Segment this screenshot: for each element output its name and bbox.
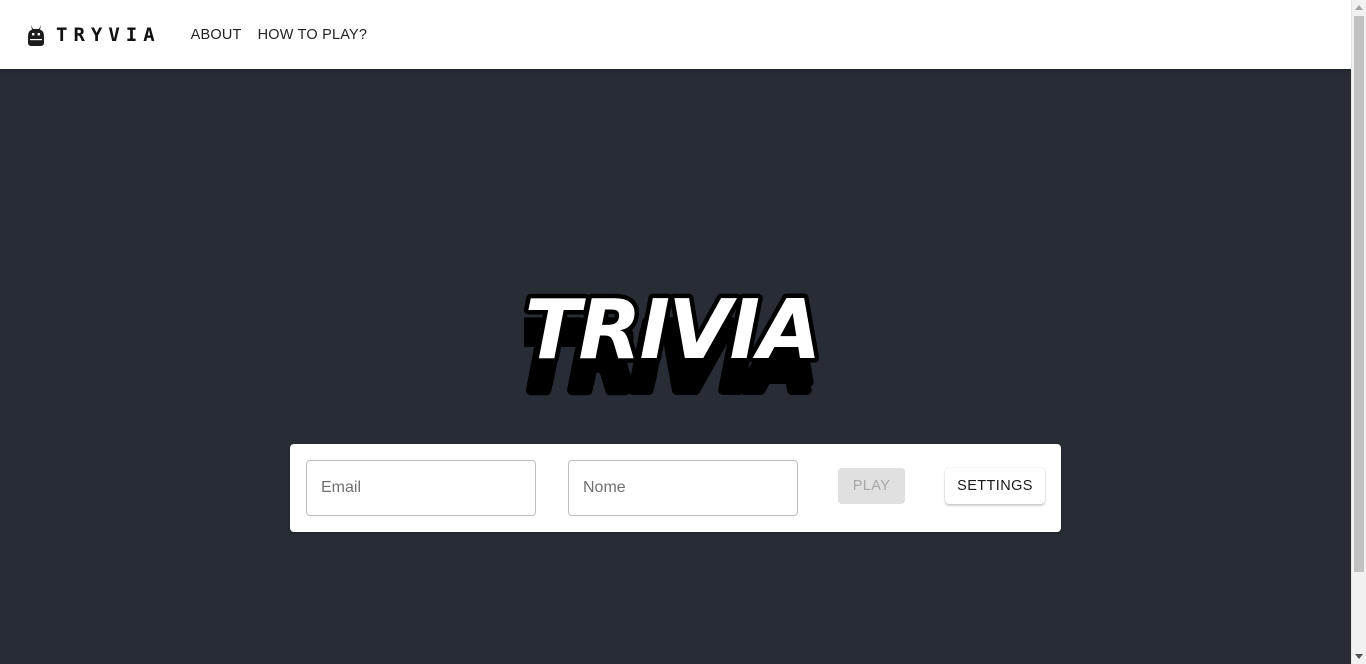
- ghost-icon: [28, 24, 44, 46]
- settings-button[interactable]: SETTINGS: [945, 468, 1045, 504]
- app-bar: TRYVIA ABOUT HOW TO PLAY?: [0, 0, 1351, 69]
- nav-how-to-play-link[interactable]: HOW TO PLAY?: [250, 21, 376, 49]
- name-field[interactable]: [568, 460, 798, 516]
- main-nav: ABOUT HOW TO PLAY?: [183, 21, 376, 49]
- scroll-down-arrow-icon[interactable]: [1355, 654, 1363, 659]
- trivia-logo: TRIVIA TRIVIA TRIVIA TRIVIA: [511, 279, 826, 416]
- scrollbar-thumb[interactable]: [1354, 16, 1364, 572]
- brand[interactable]: TRYVIA: [28, 24, 161, 46]
- logo-main-text: TRIVIA: [524, 290, 819, 378]
- play-button[interactable]: PLAY: [838, 468, 905, 504]
- nav-about-link[interactable]: ABOUT: [183, 21, 250, 49]
- login-form-card: PLAY SETTINGS: [290, 444, 1061, 532]
- brand-name: TRYVIA: [56, 23, 161, 46]
- email-field[interactable]: [306, 460, 536, 516]
- trivia-logo-image: TRIVIA TRIVIA TRIVIA TRIVIA: [511, 279, 826, 416]
- vertical-scrollbar[interactable]: [1351, 0, 1366, 664]
- scroll-up-arrow-icon[interactable]: [1355, 5, 1363, 10]
